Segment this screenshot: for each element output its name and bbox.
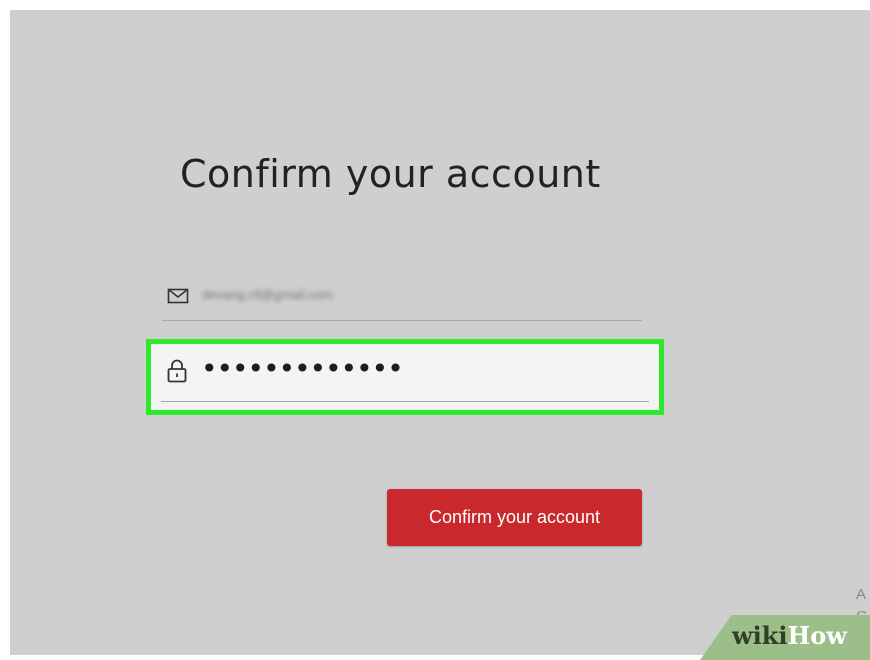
page-title: Confirm your account: [180, 152, 601, 196]
email-value: devang.cll@gmail.com: [202, 287, 333, 302]
password-field-highlight: [146, 339, 664, 415]
login-screen: Confirm your account devang.cll@gmail.co…: [10, 10, 870, 655]
wikihow-watermark: wikiHow: [732, 622, 847, 650]
confirm-account-button[interactable]: Confirm your account: [387, 489, 642, 546]
cut-off-text-line-1: A: [856, 586, 867, 603]
lock-icon: [167, 359, 187, 383]
email-field[interactable]: devang.cll@gmail.com: [162, 280, 642, 321]
watermark-how: How: [787, 621, 847, 650]
password-input[interactable]: [201, 352, 601, 385]
watermark-wiki: wiki: [732, 621, 788, 650]
mail-icon: [167, 288, 189, 304]
password-underline: [161, 401, 649, 402]
